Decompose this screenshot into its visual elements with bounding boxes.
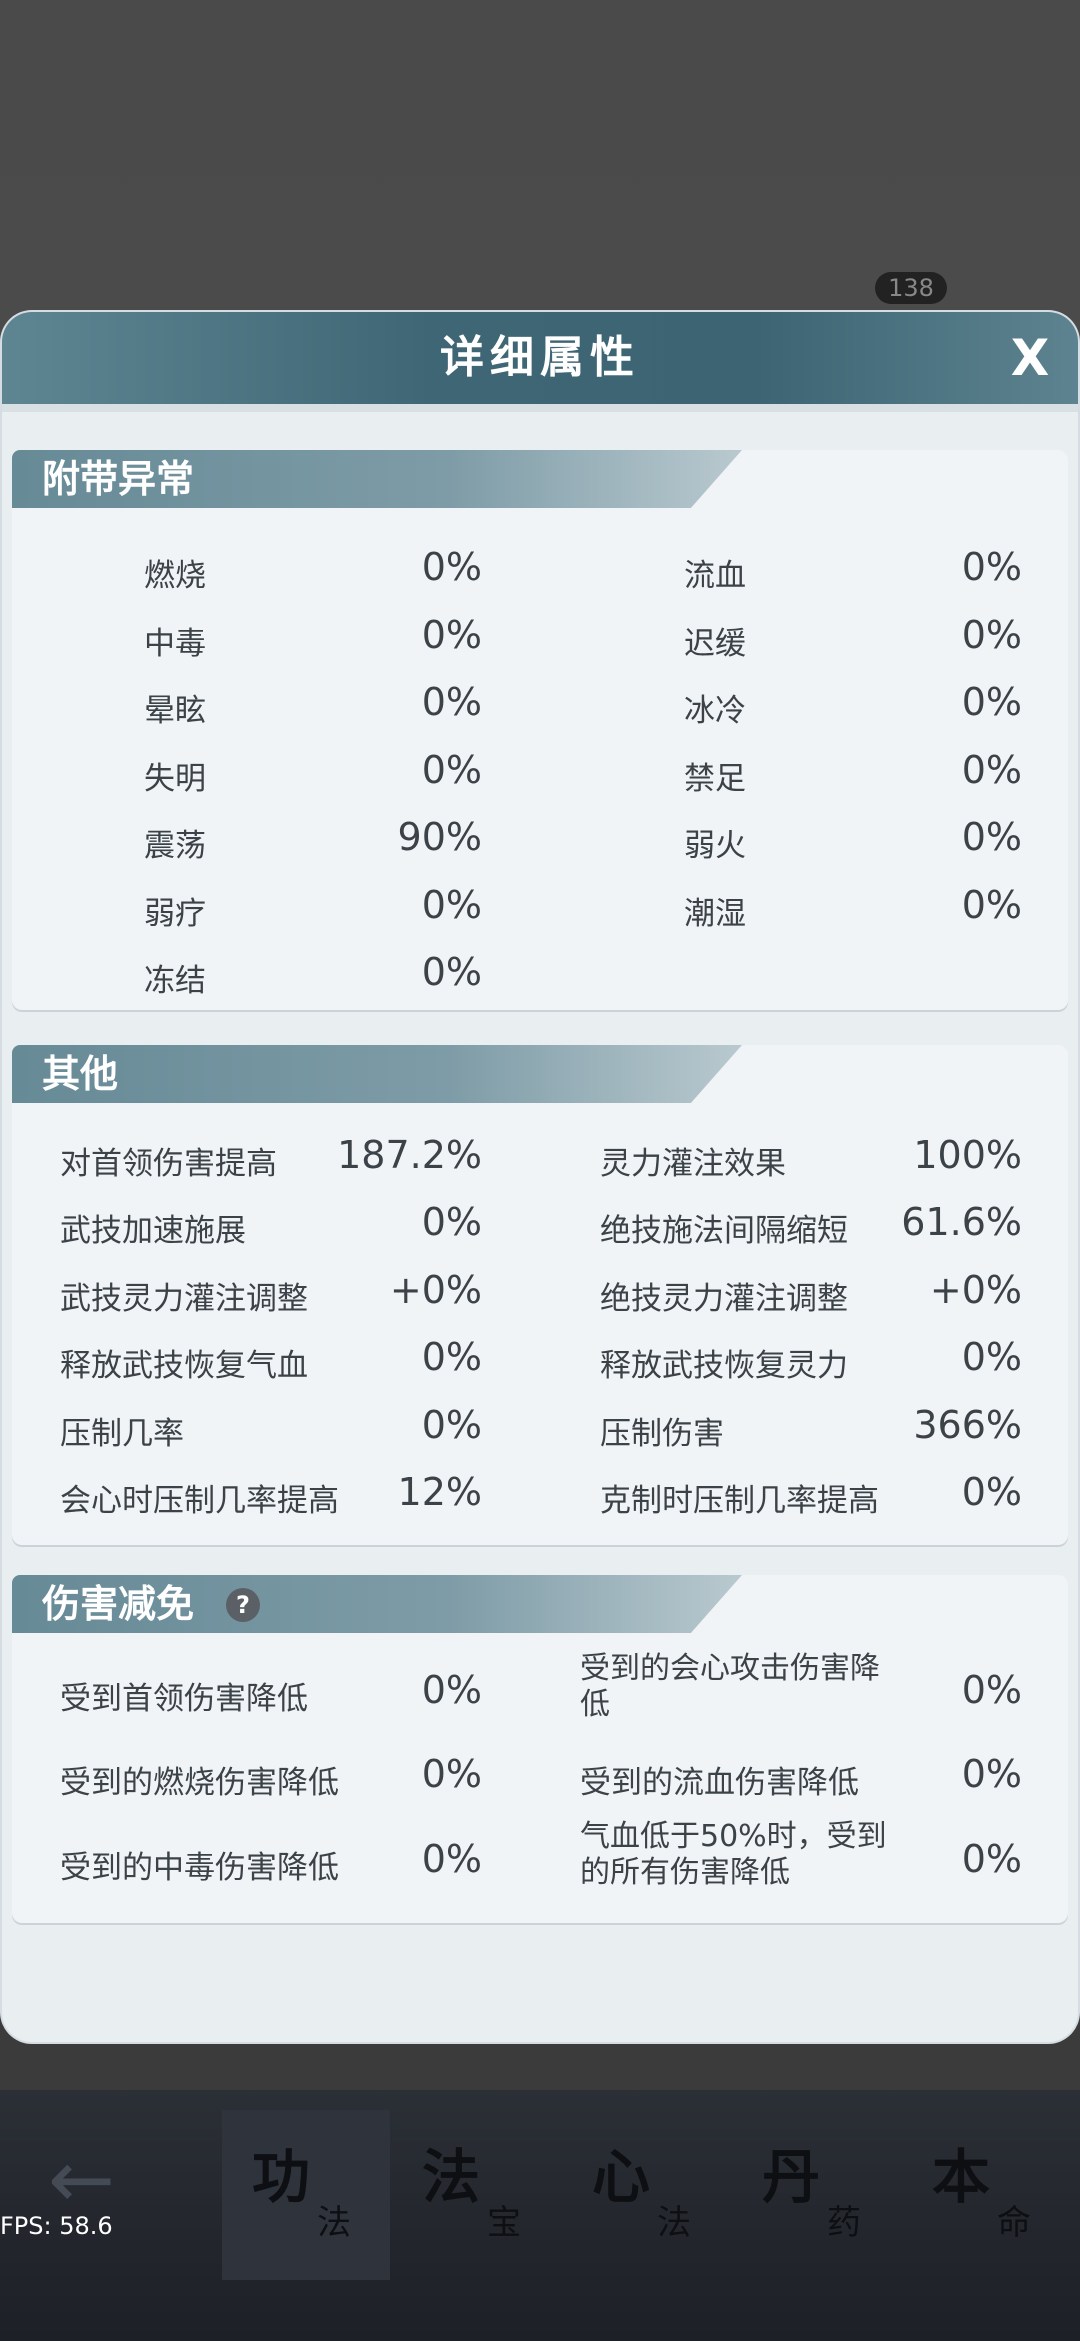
tab-danyao-small: 药 [827, 2203, 861, 2243]
section-title: 附带异常 [42, 457, 195, 501]
stat-label: 冻结 [144, 963, 206, 999]
tab-gongfa[interactable]: 功 法 [222, 2110, 390, 2280]
stat-label: 绝技灵力灌注调整 [600, 1281, 848, 1317]
header-divider [2, 404, 1078, 412]
stat-value: 0% [961, 1837, 1022, 1881]
stat-label: 灵力灌注效果 [600, 1146, 786, 1182]
stat-label: 失明 [144, 761, 206, 797]
stat-value: 187.2% [337, 1133, 482, 1177]
stat-label: 克制时压制几率提高 [600, 1483, 879, 1519]
stat-value: 0% [961, 1668, 1022, 1712]
stat-label: 弱火 [684, 828, 746, 864]
background-level-chip: 138 [875, 272, 947, 304]
stat-label: 释放武技恢复灵力 [600, 1348, 848, 1384]
stat-label: 会心时压制几率提高 [60, 1483, 339, 1519]
back-arrow-icon[interactable]: ← [48, 2140, 138, 2220]
tab-benming-small: 命 [997, 2203, 1031, 2243]
stat-value: 0% [421, 1668, 482, 1712]
section-header [12, 1045, 742, 1103]
detail-attributes-modal: 详细属性 X 附带异常 燃烧 0% 中毒 0% 晕眩 0% 失明 0% 震荡 9… [2, 312, 1078, 2042]
bottom-nav: ← 功 法 法 宝 心 法 丹 药 本 命 [0, 2090, 1080, 2341]
stat-value: 0% [421, 883, 482, 927]
stat-value: 0% [421, 613, 482, 657]
stat-label: 迟缓 [684, 626, 746, 662]
stat-label: 冰冷 [684, 693, 746, 729]
stat-value: 366% [913, 1403, 1022, 1447]
stat-value: 0% [961, 1335, 1022, 1379]
stat-value: 0% [961, 883, 1022, 927]
close-button[interactable]: X [998, 326, 1062, 390]
stat-label: 受到的燃烧伤害降低 [60, 1765, 339, 1801]
section-other: 其他 对首领伤害提高 187.2% 武技加速施展 0% 武技灵力灌注调整 +0%… [12, 1045, 1068, 1545]
stat-value: 0% [961, 680, 1022, 724]
stat-label: 绝技施法间隔缩短 [600, 1213, 848, 1249]
stat-value: 0% [421, 950, 482, 994]
stat-value: 12% [397, 1470, 482, 1514]
stat-value: 0% [421, 545, 482, 589]
tab-xinfa-big: 心 [592, 2143, 651, 2211]
stat-label: 弱疗 [144, 896, 206, 932]
section-title: 伤害减免 [42, 1582, 195, 1626]
tab-xinfa[interactable]: 心 法 [562, 2110, 730, 2280]
stat-label: 压制几率 [60, 1416, 184, 1452]
modal-title: 详细属性 [440, 332, 640, 383]
stat-value: 90% [397, 815, 482, 859]
tab-benming-big: 本 [932, 2143, 991, 2211]
stat-value: +0% [929, 1268, 1022, 1312]
modal-header: 详细属性 X [2, 312, 1078, 404]
stat-value: 0% [961, 613, 1022, 657]
stat-value: 0% [421, 1837, 482, 1881]
stat-label: 受到的流血伤害降低 [580, 1765, 859, 1801]
stat-value: +0% [389, 1268, 482, 1312]
stat-label: 气血低于50%时，受到的所有伤害降低 [580, 1819, 887, 1890]
tab-gongfa-small: 法 [317, 2203, 351, 2243]
stat-value: 0% [421, 1403, 482, 1447]
section-status-effects: 附带异常 燃烧 0% 中毒 0% 晕眩 0% 失明 0% 震荡 90% 弱疗 0… [12, 450, 1068, 1010]
stat-label: 武技灵力灌注调整 [60, 1281, 308, 1317]
stat-label: 武技加速施展 [60, 1213, 246, 1249]
stat-value: 0% [421, 1752, 482, 1796]
stat-value: 0% [421, 1335, 482, 1379]
stat-label: 潮湿 [684, 896, 746, 932]
stat-label: 压制伤害 [600, 1416, 724, 1452]
stat-label: 流血 [684, 558, 746, 594]
tab-benming[interactable]: 本 命 [902, 2110, 1070, 2280]
stat-label: 对首领伤害提高 [60, 1146, 277, 1182]
stat-value: 0% [961, 1470, 1022, 1514]
stat-value: 0% [961, 748, 1022, 792]
stat-value: 100% [913, 1133, 1022, 1177]
stat-value: 0% [421, 748, 482, 792]
tab-danyao[interactable]: 丹 药 [732, 2110, 900, 2280]
tab-fabao-small: 宝 [487, 2203, 521, 2243]
stat-value: 0% [961, 545, 1022, 589]
stat-label: 受到首领伤害降低 [60, 1681, 308, 1717]
stat-label: 受到的中毒伤害降低 [60, 1850, 339, 1886]
fps-counter: FPS: 58.6 [0, 2212, 113, 2240]
stat-value: 0% [421, 680, 482, 724]
stat-value: 0% [961, 815, 1022, 859]
tab-xinfa-small: 法 [657, 2203, 691, 2243]
tab-gongfa-big: 功 [252, 2143, 311, 2211]
section-damage-reduction: 伤害减免 ? 受到首领伤害降低 0% 受到的燃烧伤害降低 0% 受到的中毒伤害降… [12, 1575, 1068, 1923]
stat-label: 晕眩 [144, 693, 206, 729]
section-title: 其他 [42, 1052, 119, 1096]
stat-value: 0% [421, 1200, 482, 1244]
stat-label: 震荡 [144, 828, 206, 864]
tab-fabao-big: 法 [422, 2143, 481, 2211]
stat-label: 禁足 [684, 761, 746, 797]
stat-label: 中毒 [144, 626, 206, 662]
tab-fabao[interactable]: 法 宝 [392, 2110, 560, 2280]
help-icon[interactable]: ? [226, 1588, 260, 1622]
stat-label: 燃烧 [144, 558, 206, 594]
stat-value: 0% [961, 1752, 1022, 1796]
stat-label: 受到的会心攻击伤害降低 [580, 1651, 880, 1722]
stat-value: 61.6% [901, 1200, 1022, 1244]
tab-danyao-big: 丹 [762, 2143, 821, 2211]
stat-label: 释放武技恢复气血 [60, 1348, 308, 1384]
